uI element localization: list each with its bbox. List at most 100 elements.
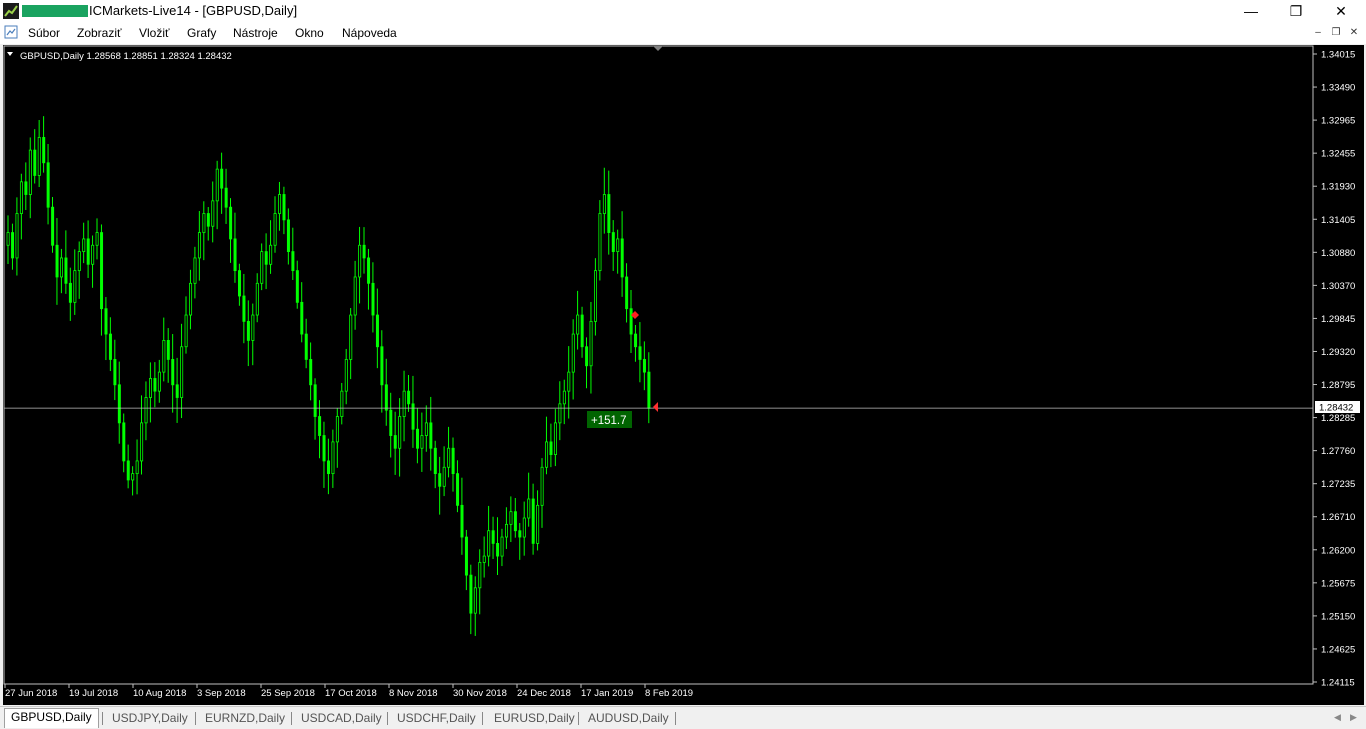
candle-body: [82, 238, 86, 252]
tab-eurusd-daily[interactable]: EURUSD,Daily: [488, 710, 581, 727]
tab-separator: [578, 712, 579, 725]
tab-separator: [387, 712, 388, 725]
candle-body: [616, 238, 620, 252]
chart-tabs-bar: GBPUSD,Daily USDJPY,Daily EURNZD,Daily U…: [0, 706, 1366, 729]
candle-body: [504, 523, 508, 538]
candle-body: [95, 232, 99, 246]
y-axis-tick-label: 1.31930: [1321, 182, 1355, 193]
price-line-label: 1.28432: [1315, 401, 1360, 414]
tab-separator: [195, 712, 196, 725]
menu-file[interactable]: Súbor: [28, 26, 60, 40]
mdi-minimize-icon[interactable]: –: [1311, 26, 1325, 40]
tab-separator: [102, 712, 103, 725]
candle-body: [629, 308, 633, 335]
candle-body: [113, 359, 117, 386]
tab-scroll-left-icon[interactable]: ◀: [1334, 712, 1341, 723]
candle-body: [295, 270, 299, 303]
candle-body: [68, 282, 72, 303]
symbol-header: GBPUSD,Daily 1.28568 1.28851 1.28324 1.2…: [7, 51, 232, 62]
candle-body: [211, 200, 215, 227]
price-line-label-text: 1.28432: [1319, 403, 1353, 414]
x-axis-tick-label: 10 Aug 2018: [133, 688, 186, 699]
y-axis-tick-label: 1.28795: [1321, 380, 1355, 391]
candle-body: [304, 333, 308, 360]
candle-body: [602, 194, 606, 214]
tab-usdchf-daily[interactable]: USDCHF,Daily: [391, 710, 482, 727]
y-axis-tick-label: 1.31405: [1321, 215, 1355, 226]
candle-body: [496, 542, 500, 557]
candle-body: [46, 162, 50, 208]
candle-body: [558, 403, 562, 424]
mdi-close-icon[interactable]: ✕: [1347, 26, 1361, 40]
candle-body: [131, 473, 135, 481]
candle-body: [353, 276, 357, 316]
x-axis-tick-label: 30 Nov 2018: [453, 688, 507, 699]
candle-body: [51, 206, 55, 246]
minimize-button[interactable]: —: [1228, 0, 1274, 22]
candle-body: [269, 244, 273, 265]
tab-usdjpy-daily[interactable]: USDJPY,Daily: [106, 710, 194, 727]
x-axis-tick-label: 24 Dec 2018: [517, 688, 571, 699]
candle-body: [189, 282, 193, 316]
mdi-restore-icon[interactable]: ❐: [1329, 26, 1343, 40]
menu-charts[interactable]: Grafy: [187, 26, 216, 40]
candle-body: [11, 232, 15, 259]
candle-body: [500, 536, 504, 557]
candle-body: [100, 232, 104, 310]
y-axis-tick-label: 1.32455: [1321, 149, 1355, 160]
menu-tools[interactable]: Nástroje: [233, 26, 278, 40]
candle-body: [220, 168, 224, 189]
candle-body: [518, 530, 522, 538]
close-button[interactable]: ✕: [1318, 0, 1364, 22]
menu-insert[interactable]: Vložiť: [139, 26, 170, 40]
candle-body: [438, 473, 442, 487]
candle-body: [28, 149, 32, 195]
x-axis-tick-label: 19 Jul 2018: [69, 688, 118, 699]
y-axis-tick-label: 1.30370: [1321, 281, 1355, 292]
dropdown-triangle-icon[interactable]: [7, 52, 13, 56]
candle-body: [398, 416, 402, 449]
price-chart[interactable]: 1.34015 1.33490 1.32965 1.32455 1.31930 1.314…: [3, 45, 1364, 705]
candle-body: [148, 378, 152, 398]
candle-body: [647, 371, 651, 409]
candle-body: [567, 371, 571, 392]
candle-body: [318, 416, 322, 436]
candle-body: [206, 213, 210, 227]
menu-help[interactable]: Nápoveda: [342, 26, 397, 40]
menu-view[interactable]: Zobraziť: [77, 26, 122, 40]
candle-body: [233, 238, 237, 272]
menu-window[interactable]: Okno: [295, 26, 324, 40]
chart-window[interactable]: 1.34015 1.33490 1.32965 1.32455 1.31930 1.314…: [3, 45, 1364, 705]
candle-body: [549, 441, 553, 455]
candle-body: [153, 378, 157, 392]
candle-body: [344, 359, 348, 392]
candle-body: [73, 270, 77, 303]
candle-body: [375, 314, 379, 348]
chart-window-icon[interactable]: [4, 25, 19, 40]
candle-body: [202, 213, 206, 233]
x-axis-tick-label: 3 Sep 2018: [197, 688, 246, 699]
y-axis-tick-label: 1.26200: [1321, 545, 1355, 556]
maximize-button[interactable]: ❐: [1273, 0, 1319, 22]
candle-body: [576, 314, 580, 335]
y-axis-tick-label: 1.29320: [1321, 347, 1355, 358]
candle-body: [522, 517, 526, 538]
candle-body: [536, 504, 540, 544]
tab-separator: [482, 712, 483, 725]
candle-body: [260, 251, 264, 284]
candle-body: [491, 530, 495, 544]
candle-body: [589, 320, 593, 367]
tab-gbpusd-daily[interactable]: GBPUSD,Daily: [4, 708, 99, 728]
tab-usdcad-daily[interactable]: USDCAD,Daily: [295, 710, 388, 727]
tab-audusd-daily[interactable]: AUDUSD,Daily: [582, 710, 675, 727]
candle-body: [264, 251, 268, 265]
chart-shift-marker[interactable]: [653, 46, 663, 51]
candle-body: [513, 511, 517, 532]
tab-scroll-right-icon[interactable]: ▶: [1350, 712, 1357, 723]
candle-body: [37, 137, 41, 176]
tab-eurnzd-daily[interactable]: EURNZD,Daily: [199, 710, 291, 727]
metatrader-app-icon: [3, 3, 19, 19]
candle-body: [282, 194, 286, 221]
candle-body: [331, 441, 335, 475]
candle-body: [242, 295, 246, 322]
